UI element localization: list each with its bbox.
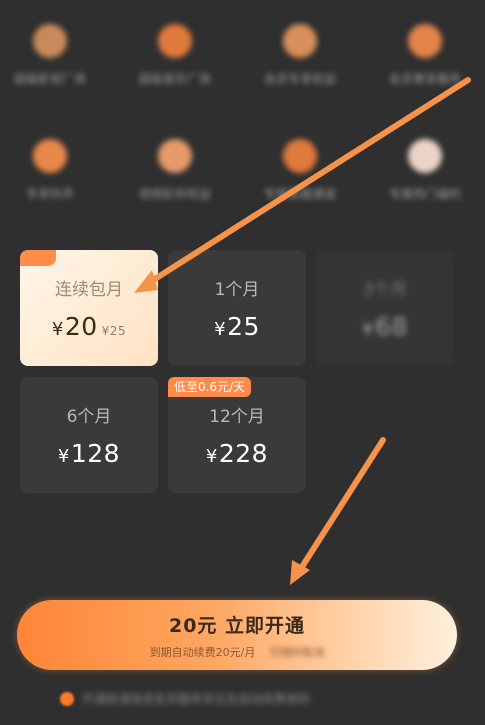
- arrow-to-subscribe-button: [290, 437, 386, 585]
- membership-purchase-screen: 超级影视厂商 超级音乐厂商 会员专享权益 会员尊享服务 专享铃声 视频彩铃权益 …: [0, 0, 485, 725]
- arrow-to-monthly-plan: [134, 77, 471, 293]
- annotation-arrows: [134, 77, 471, 585]
